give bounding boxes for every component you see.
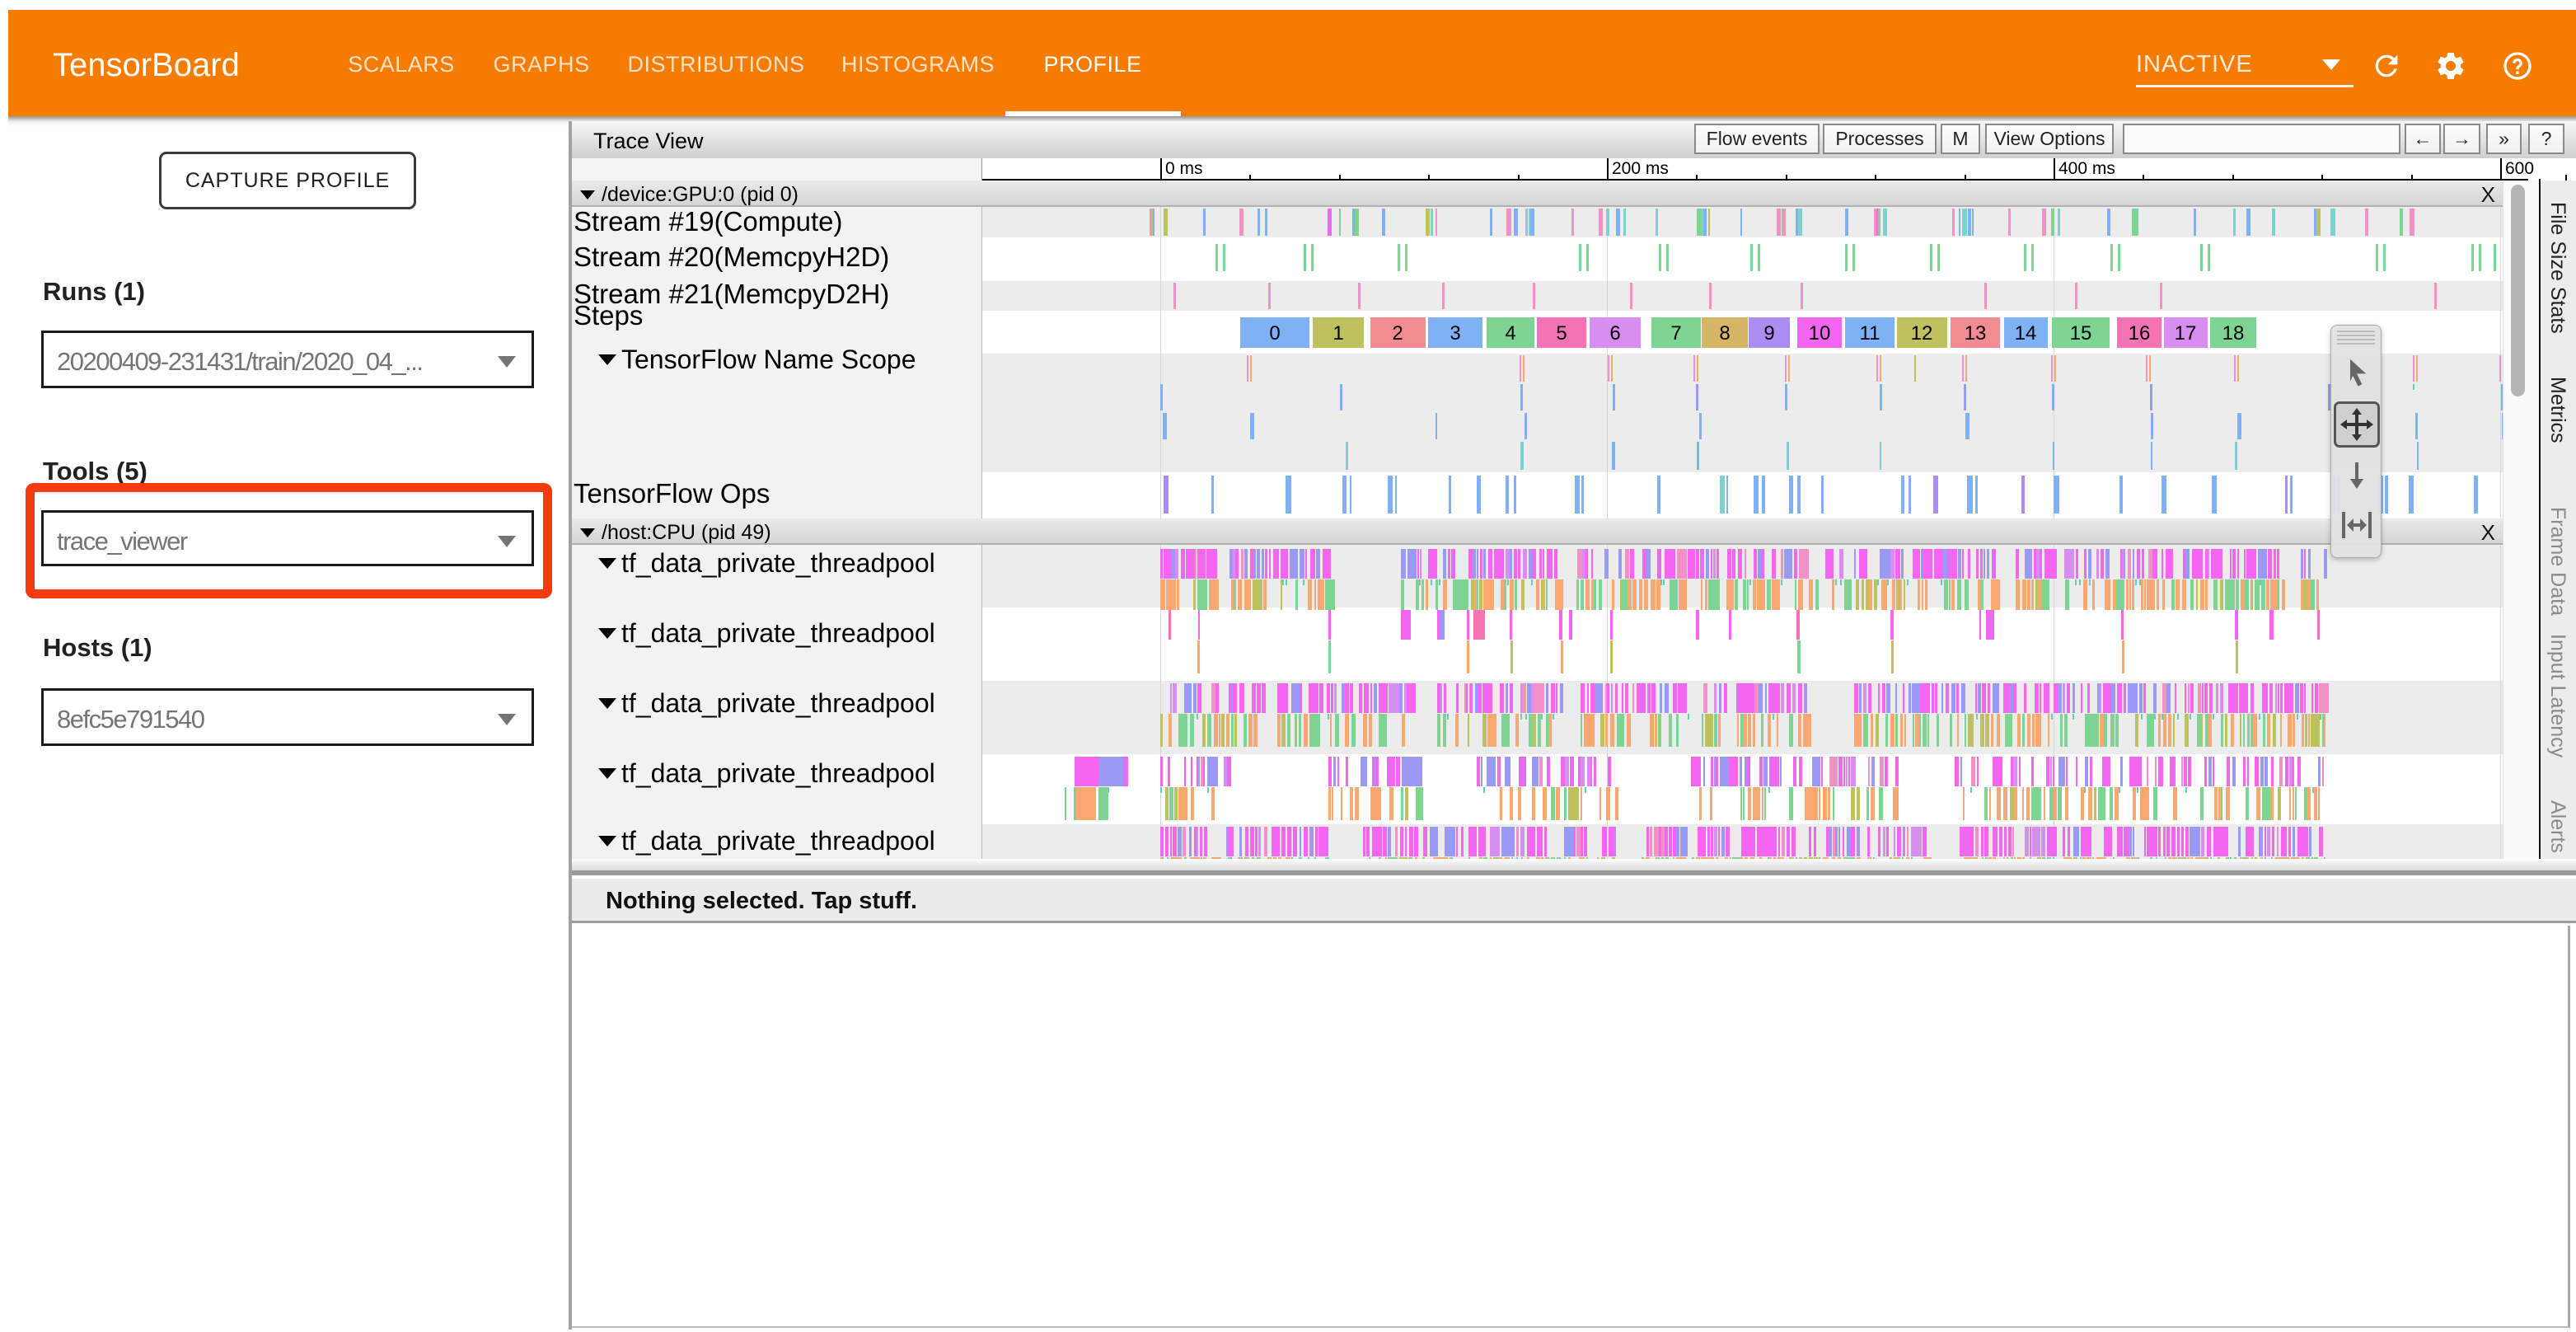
svg-text:1: 1 (1332, 322, 1343, 345)
svg-text:18: 18 (2222, 322, 2245, 345)
svg-text:6: 6 (1609, 322, 1620, 345)
svg-text:10: 10 (1809, 322, 1831, 345)
svg-text:14: 14 (2015, 322, 2037, 345)
svg-text:8: 8 (1719, 322, 1730, 345)
svg-text:9: 9 (1763, 322, 1774, 345)
svg-text:4: 4 (1505, 322, 1515, 345)
svg-text:5: 5 (1556, 322, 1567, 345)
svg-text:3: 3 (1450, 322, 1460, 345)
svg-text:17: 17 (2175, 322, 2197, 345)
svg-text:2: 2 (1392, 322, 1403, 345)
svg-text:16: 16 (2129, 322, 2151, 345)
svg-text:12: 12 (1911, 322, 1933, 345)
svg-text:15: 15 (2070, 322, 2092, 345)
svg-text:7: 7 (1670, 322, 1681, 345)
svg-text:13: 13 (1965, 322, 1987, 345)
svg-text:11: 11 (1860, 322, 1880, 345)
svg-text:0: 0 (1269, 322, 1280, 345)
